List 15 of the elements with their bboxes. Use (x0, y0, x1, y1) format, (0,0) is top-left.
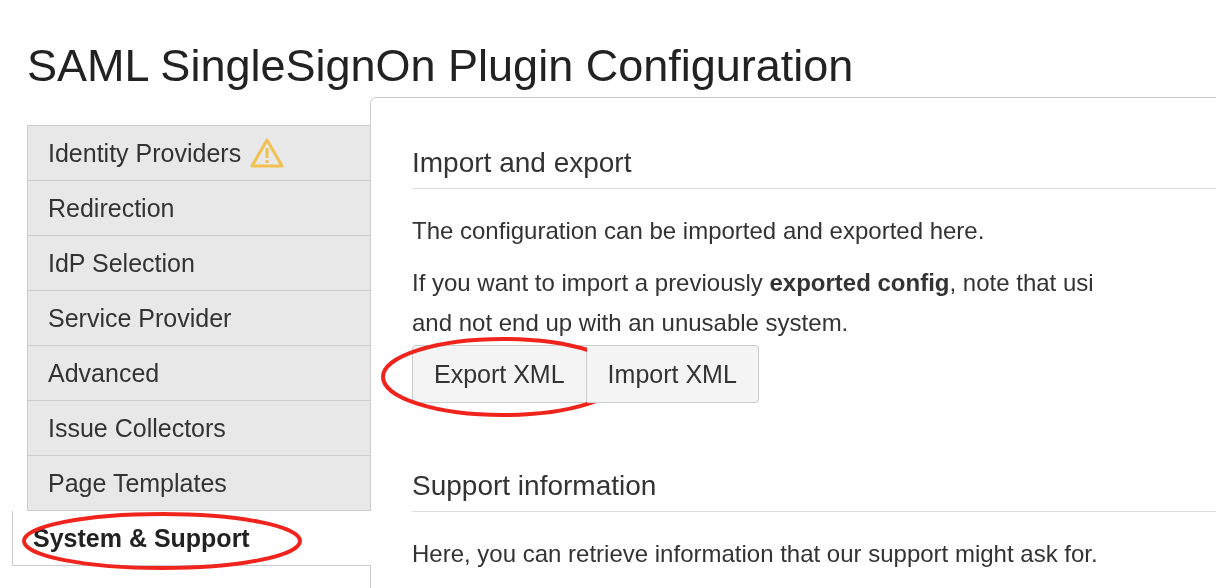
page-title: SAML SingleSignOn Plugin Configuration (26, 39, 855, 93)
action-button[interactable]: Export XML (412, 345, 587, 403)
description-text: Here, you can retrieve information that our support might ask for. (412, 539, 1099, 569)
description-text: If you want to import a previously exported config, note that usi and not end up with an unusable system. (412, 268, 1095, 338)
section-heading: Import and export (412, 146, 1216, 189)
sidebar-item[interactable]: Service Provider (27, 291, 371, 346)
sidebar-item[interactable]: Issue Collectors (27, 401, 371, 456)
sidebar-item[interactable]: Identity Providers (27, 125, 371, 181)
description-text: The configuration can be imported and exported here. (412, 216, 986, 246)
sidebar-item[interactable]: IdP Selection (27, 236, 371, 291)
sidebar-item[interactable]: Redirection (27, 181, 371, 236)
section-heading: Support information (412, 469, 1216, 512)
sidebar-item[interactable]: Page Templates (27, 456, 371, 511)
sidebar-item[interactable]: Advanced (27, 346, 371, 401)
action-button[interactable]: Import XML (586, 345, 759, 403)
